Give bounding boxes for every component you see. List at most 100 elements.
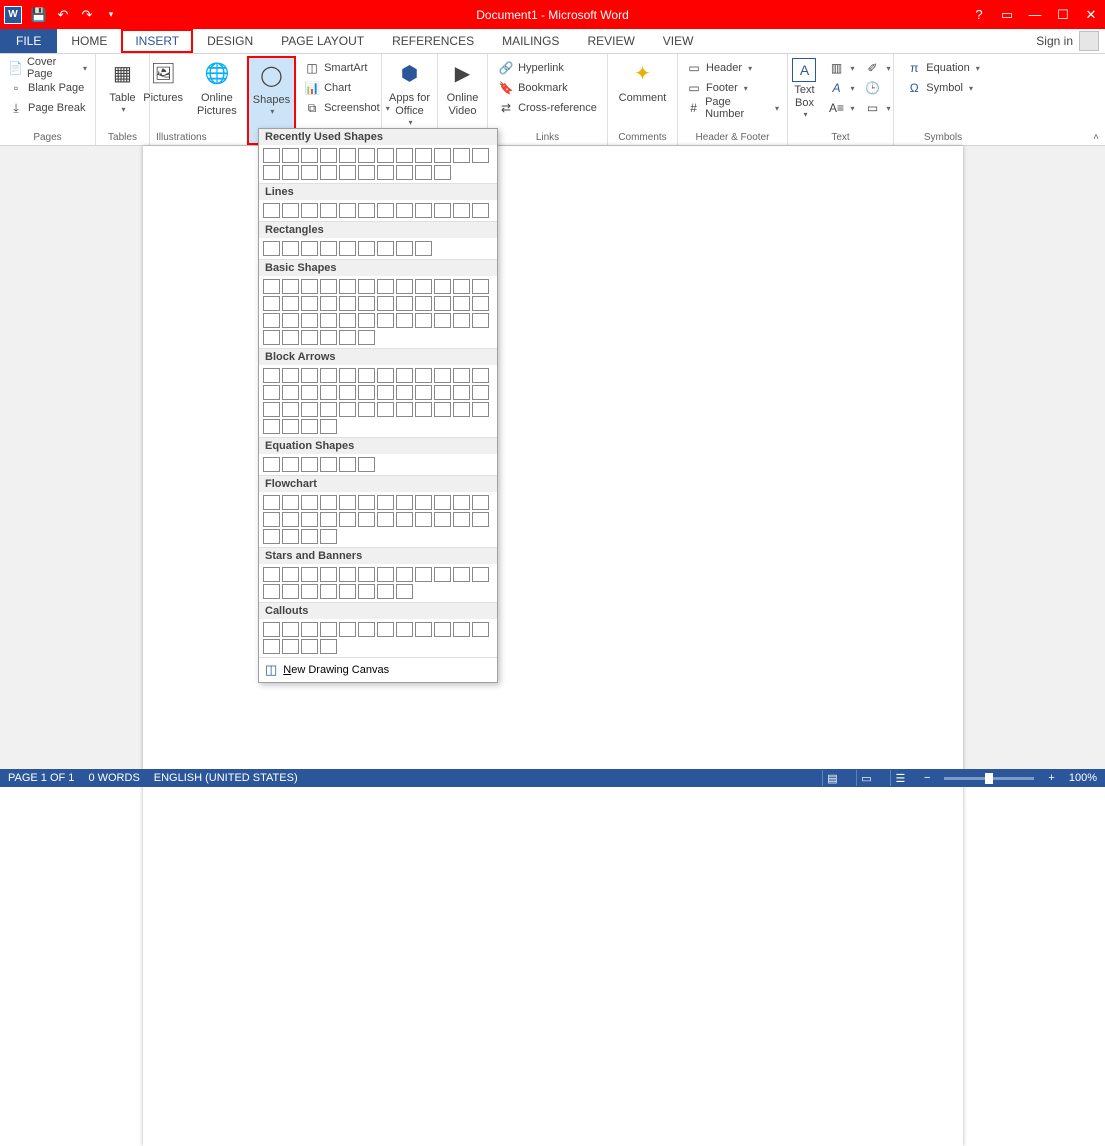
shape-item[interactable] (377, 584, 394, 599)
shape-item[interactable] (339, 512, 356, 527)
shape-item[interactable] (263, 419, 280, 434)
shape-item[interactable] (320, 279, 337, 294)
shape-item[interactable] (377, 148, 394, 163)
shape-item[interactable] (301, 296, 318, 311)
shape-item[interactable] (396, 512, 413, 527)
shape-item[interactable] (472, 148, 489, 163)
shape-item[interactable] (282, 622, 299, 637)
read-mode-icon[interactable]: ▤ (822, 770, 842, 786)
save-icon[interactable]: 💾 (28, 4, 50, 26)
shape-item[interactable] (434, 622, 451, 637)
shape-item[interactable] (320, 567, 337, 582)
shape-item[interactable] (263, 313, 280, 328)
status-page[interactable]: PAGE 1 OF 1 (8, 772, 74, 784)
shape-item[interactable] (377, 313, 394, 328)
shape-item[interactable] (282, 296, 299, 311)
shape-item[interactable] (339, 296, 356, 311)
tab-page-layout[interactable]: PAGE LAYOUT (267, 29, 378, 53)
ribbon-options-button[interactable]: ▭ (993, 0, 1021, 29)
equation-button[interactable]: πEquation (904, 58, 981, 78)
shape-item[interactable] (339, 368, 356, 383)
shape-item[interactable] (320, 203, 337, 218)
shape-item[interactable] (377, 165, 394, 180)
shape-item[interactable] (358, 385, 375, 400)
shape-item[interactable] (358, 165, 375, 180)
shape-item[interactable] (339, 330, 356, 345)
minimize-button[interactable]: — (1021, 0, 1049, 29)
tab-mailings[interactable]: MAILINGS (488, 29, 573, 53)
drop-cap-button[interactable]: A≡ (826, 98, 856, 118)
shape-item[interactable] (282, 639, 299, 654)
shape-item[interactable] (301, 567, 318, 582)
shape-item[interactable] (301, 203, 318, 218)
shape-item[interactable] (358, 622, 375, 637)
shape-item[interactable] (301, 330, 318, 345)
shape-item[interactable] (301, 385, 318, 400)
page-number-button[interactable]: #Page Number (684, 98, 781, 118)
shape-item[interactable] (377, 385, 394, 400)
shape-item[interactable] (282, 584, 299, 599)
shape-item[interactable] (472, 402, 489, 417)
cross-reference-button[interactable]: ⇄Cross-reference (496, 98, 599, 118)
shape-item[interactable] (377, 241, 394, 256)
shape-item[interactable] (396, 296, 413, 311)
shape-item[interactable] (434, 512, 451, 527)
shape-item[interactable] (453, 622, 470, 637)
shape-item[interactable] (282, 529, 299, 544)
shape-item[interactable] (415, 241, 432, 256)
bookmark-button[interactable]: 🔖Bookmark (496, 78, 599, 98)
smartart-button[interactable]: ◫SmartArt (302, 58, 392, 78)
shape-item[interactable] (472, 368, 489, 383)
shape-item[interactable] (263, 165, 280, 180)
shape-item[interactable] (358, 296, 375, 311)
shape-item[interactable] (339, 241, 356, 256)
shape-item[interactable] (339, 203, 356, 218)
shape-item[interactable] (396, 165, 413, 180)
shape-item[interactable] (301, 165, 318, 180)
shape-item[interactable] (339, 165, 356, 180)
shape-item[interactable] (282, 512, 299, 527)
close-button[interactable]: ✕ (1077, 0, 1105, 29)
shape-item[interactable] (263, 279, 280, 294)
shape-item[interactable] (339, 584, 356, 599)
shape-item[interactable] (453, 385, 470, 400)
shape-item[interactable] (415, 296, 432, 311)
shape-item[interactable] (339, 567, 356, 582)
shape-item[interactable] (472, 296, 489, 311)
shape-item[interactable] (263, 385, 280, 400)
shape-item[interactable] (415, 622, 432, 637)
shape-item[interactable] (282, 567, 299, 582)
shape-item[interactable] (301, 402, 318, 417)
shape-item[interactable] (282, 368, 299, 383)
shape-item[interactable] (472, 512, 489, 527)
tab-review[interactable]: REVIEW (573, 29, 648, 53)
object-button[interactable]: ▭ (863, 98, 893, 118)
shape-item[interactable] (301, 495, 318, 510)
zoom-in-button[interactable]: + (1048, 772, 1054, 784)
shape-item[interactable] (301, 639, 318, 654)
shape-item[interactable] (358, 584, 375, 599)
shape-item[interactable] (263, 203, 280, 218)
shape-item[interactable] (301, 512, 318, 527)
shape-item[interactable] (415, 495, 432, 510)
shape-item[interactable] (377, 402, 394, 417)
shape-item[interactable] (282, 330, 299, 345)
shape-item[interactable] (358, 368, 375, 383)
shape-item[interactable] (434, 203, 451, 218)
zoom-level[interactable]: 100% (1069, 772, 1097, 784)
shape-item[interactable] (434, 368, 451, 383)
shape-item[interactable] (396, 241, 413, 256)
shape-item[interactable] (263, 457, 280, 472)
shape-item[interactable] (472, 385, 489, 400)
shape-item[interactable] (472, 567, 489, 582)
tab-view[interactable]: VIEW (649, 29, 708, 53)
shape-item[interactable] (282, 419, 299, 434)
footer-button[interactable]: ▭Footer (684, 78, 781, 98)
shape-item[interactable] (434, 165, 451, 180)
shape-item[interactable] (472, 279, 489, 294)
shape-item[interactable] (282, 203, 299, 218)
shape-item[interactable] (434, 402, 451, 417)
shape-item[interactable] (358, 148, 375, 163)
shape-item[interactable] (301, 584, 318, 599)
shape-item[interactable] (415, 203, 432, 218)
